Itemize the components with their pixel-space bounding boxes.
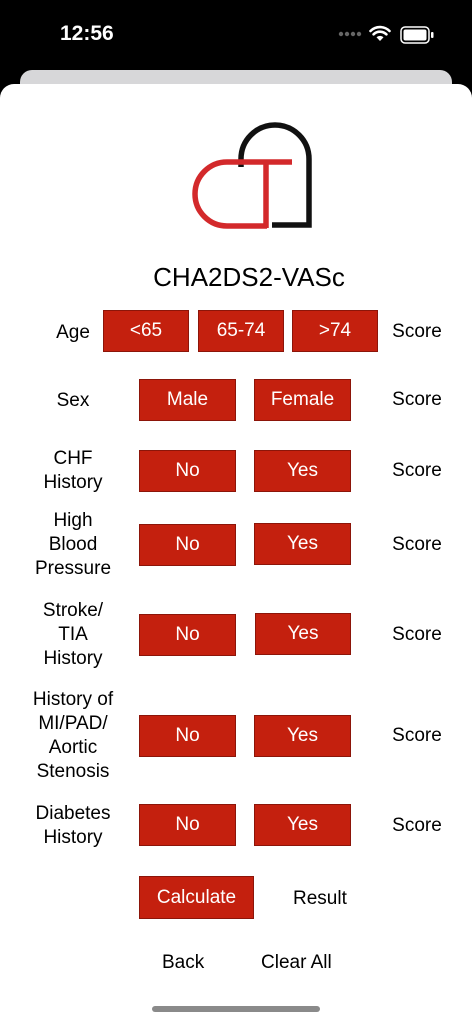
sex-label: Sex: [56, 390, 90, 411]
chf-no-button[interactable]: No: [139, 450, 236, 492]
clear-all-button[interactable]: Clear All: [261, 952, 332, 974]
stroke-yes-button[interactable]: Yes: [255, 613, 351, 655]
diabetes-label: Diabetes History: [35, 803, 111, 848]
hbp-no-button[interactable]: No: [139, 524, 236, 566]
sex-score: Score: [392, 389, 442, 410]
calculate-button[interactable]: Calculate: [139, 876, 254, 919]
stroke-no-button[interactable]: No: [139, 614, 236, 656]
hbp-label: High Blood Pressure: [34, 510, 112, 579]
status-bar: 12:56: [0, 0, 472, 70]
diabetes-no-button[interactable]: No: [139, 804, 236, 846]
cellular-signal-icon: [338, 31, 362, 37]
result-label: Result: [293, 888, 347, 909]
chf-score: Score: [392, 460, 442, 481]
stroke-score: Score: [392, 624, 442, 645]
back-button[interactable]: Back: [162, 952, 204, 974]
age-over-74-button[interactable]: >74: [292, 310, 378, 352]
hbp-score: Score: [392, 534, 442, 555]
page-title: CHA2DS2-VASc: [153, 262, 345, 292]
age-score: Score: [392, 321, 442, 342]
battery-icon: [400, 26, 434, 44]
home-indicator[interactable]: [152, 1006, 320, 1012]
stroke-label: Stroke/ TIA History: [42, 600, 104, 669]
app-logo: [192, 122, 312, 229]
hbp-yes-button[interactable]: Yes: [254, 523, 351, 565]
mi-no-button[interactable]: No: [139, 715, 236, 757]
diabetes-yes-button[interactable]: Yes: [254, 804, 351, 846]
diabetes-score: Score: [392, 815, 442, 836]
mi-pad-label: History of MI/PAD/ Aortic Stenosis: [32, 689, 114, 782]
age-label: Age: [56, 322, 90, 343]
mi-yes-button[interactable]: Yes: [254, 715, 351, 757]
chf-yes-button[interactable]: Yes: [254, 450, 351, 492]
wifi-icon: [369, 25, 391, 41]
age-65-74-button[interactable]: 65-74: [198, 310, 284, 352]
mi-score: Score: [392, 725, 442, 746]
sex-male-button[interactable]: Male: [139, 379, 236, 421]
sex-female-button[interactable]: Female: [254, 379, 351, 421]
chf-label: CHF History: [43, 448, 103, 493]
age-under-65-button[interactable]: <65: [103, 310, 189, 352]
calculator-sheet: CHA2DS2-VASc Age <65 65-74 >74 Score Sex…: [0, 84, 472, 1024]
status-time: 12:56: [60, 22, 114, 45]
